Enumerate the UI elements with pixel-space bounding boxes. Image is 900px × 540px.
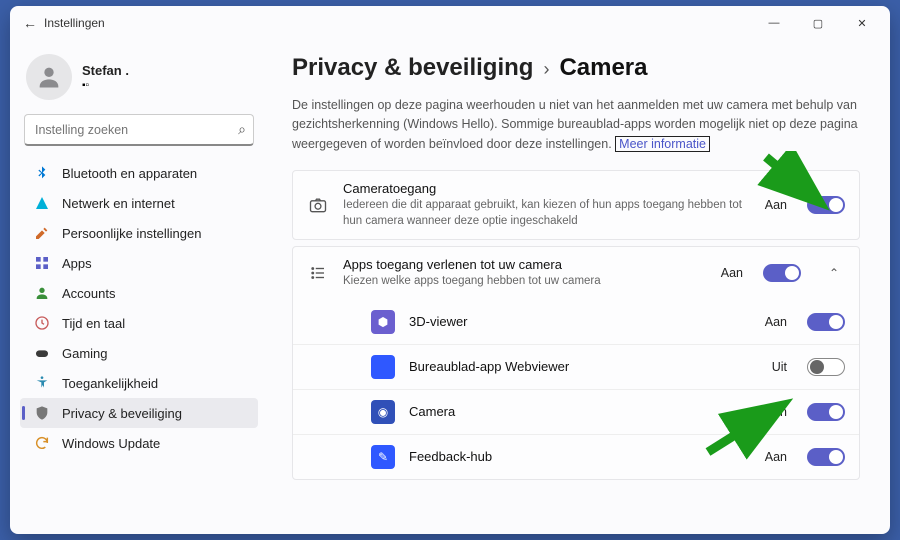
- app-list: ⬢ 3D-viewer Aan Bureaublad-app Webviewer…: [293, 300, 859, 479]
- sidebar-nav: Bluetooth en apparaten Netwerk en interne…: [18, 154, 260, 534]
- app-toggle[interactable]: [807, 448, 845, 466]
- accessibility-icon: [34, 375, 50, 391]
- sidebar-item-label: Privacy & beveiliging: [62, 406, 182, 421]
- maximize-button[interactable]: ▢: [796, 8, 840, 38]
- search-icon: ⌕: [238, 121, 246, 138]
- sidebar-item-update[interactable]: Windows Update: [20, 428, 258, 458]
- chevron-right-icon: ›: [543, 59, 549, 80]
- camera-access-card: Cameratoegang Iedereen die dit apparaat …: [292, 170, 860, 240]
- sidebar: Stefan . ▪▫ ⌕ Bluetooth en apparaten Netw…: [10, 40, 266, 534]
- camera-access-toggle[interactable]: [807, 196, 845, 214]
- chevron-up-icon[interactable]: ⌃: [823, 266, 845, 280]
- apps-icon: [34, 255, 50, 271]
- sidebar-item-accounts[interactable]: Accounts: [20, 278, 258, 308]
- gaming-icon: [34, 345, 50, 361]
- app-name: Feedback-hub: [409, 449, 751, 464]
- sidebar-item-bluetooth[interactable]: Bluetooth en apparaten: [20, 158, 258, 188]
- breadcrumb-parent[interactable]: Privacy & beveiliging: [292, 54, 533, 82]
- breadcrumb: Privacy & beveiliging › Camera: [292, 54, 860, 82]
- app-icon: ⬢: [371, 310, 395, 334]
- personalize-icon: [34, 225, 50, 241]
- app-row: ✎ Feedback-hub Aan: [293, 434, 859, 479]
- sidebar-item-time[interactable]: Tijd en taal: [20, 308, 258, 338]
- sidebar-item-accessibility[interactable]: Toegankelijkheid: [20, 368, 258, 398]
- privacy-icon: [34, 405, 50, 421]
- app-icon: ✎: [371, 445, 395, 469]
- camera-icon: [307, 194, 329, 216]
- app-toggle[interactable]: [807, 313, 845, 331]
- search-box: ⌕: [24, 114, 254, 146]
- battery-indicator: ▪▫: [82, 80, 129, 91]
- time-icon: [34, 315, 50, 331]
- accounts-icon: [34, 285, 50, 301]
- row-title: Apps toegang verlenen tot uw camera: [343, 257, 707, 272]
- user-block[interactable]: Stefan . ▪▫: [18, 44, 260, 114]
- app-name: 3D-viewer: [409, 314, 751, 329]
- bluetooth-icon: [34, 165, 50, 181]
- toggle-state-label: Aan: [765, 315, 787, 329]
- sidebar-item-label: Persoonlijke instellingen: [62, 226, 201, 241]
- main-content: Privacy & beveiliging › Camera De instel…: [266, 40, 890, 534]
- camera-access-row: Cameratoegang Iedereen die dit apparaat …: [293, 171, 859, 239]
- settings-window: ← Instellingen — ▢ ✕ Stefan . ▪▫ ⌕ Blu: [10, 6, 890, 534]
- sidebar-item-label: Toegankelijkheid: [62, 376, 158, 391]
- app-name: Bureaublad-app Webviewer: [409, 359, 758, 374]
- more-info-link[interactable]: Meer informatie: [615, 136, 710, 152]
- app-row: ⬢ 3D-viewer Aan: [293, 300, 859, 344]
- user-name: Stefan .: [82, 63, 129, 78]
- sidebar-item-label: Tijd en taal: [62, 316, 125, 331]
- app-row: Bureaublad-app Webviewer Uit: [293, 344, 859, 389]
- update-icon: [34, 435, 50, 451]
- row-title: Cameratoegang: [343, 181, 751, 196]
- app-icon: [371, 355, 395, 379]
- sidebar-item-label: Bluetooth en apparaten: [62, 166, 197, 181]
- sidebar-item-apps[interactable]: Apps: [20, 248, 258, 278]
- toggle-state-label: Aan: [721, 266, 743, 280]
- search-input[interactable]: [24, 114, 254, 146]
- row-subtitle: Kiezen welke apps toegang hebben tot uw …: [343, 274, 707, 290]
- close-button[interactable]: ✕: [840, 8, 884, 38]
- apps-access-toggle[interactable]: [763, 264, 801, 282]
- window-controls: — ▢ ✕: [752, 8, 884, 38]
- toggle-state-label: Aan: [765, 405, 787, 419]
- app-row: ◉ Camera Aan: [293, 389, 859, 434]
- row-subtitle: Iedereen die dit apparaat gebruikt, kan …: [343, 198, 751, 229]
- app-toggle[interactable]: [807, 403, 845, 421]
- sidebar-item-gaming[interactable]: Gaming: [20, 338, 258, 368]
- window-title: Instellingen: [44, 16, 105, 30]
- apps-access-card: Apps toegang verlenen tot uw camera Kiez…: [292, 246, 860, 480]
- sidebar-item-label: Gaming: [62, 346, 108, 361]
- sidebar-item-label: Netwerk en internet: [62, 196, 175, 211]
- page-description: De instellingen op deze pagina weerhoude…: [292, 96, 860, 154]
- back-button[interactable]: ←: [16, 15, 44, 31]
- list-icon: [307, 262, 329, 284]
- app-icon: ◉: [371, 400, 395, 424]
- apps-access-row: Apps toegang verlenen tot uw camera Kiez…: [293, 247, 859, 300]
- app-toggle[interactable]: [807, 358, 845, 376]
- breadcrumb-current: Camera: [559, 54, 647, 82]
- network-icon: [34, 195, 50, 211]
- app-name: Camera: [409, 404, 751, 419]
- minimize-button[interactable]: —: [752, 8, 796, 38]
- toggle-state-label: Aan: [765, 450, 787, 464]
- avatar: [26, 54, 72, 100]
- sidebar-item-label: Accounts: [62, 286, 115, 301]
- sidebar-item-personalize[interactable]: Persoonlijke instellingen: [20, 218, 258, 248]
- toggle-state-label: Uit: [772, 360, 787, 374]
- sidebar-item-label: Apps: [62, 256, 92, 271]
- titlebar: ← Instellingen — ▢ ✕: [10, 6, 890, 40]
- sidebar-item-privacy[interactable]: Privacy & beveiliging: [20, 398, 258, 428]
- sidebar-item-network[interactable]: Netwerk en internet: [20, 188, 258, 218]
- toggle-state-label: Aan: [765, 198, 787, 212]
- sidebar-item-label: Windows Update: [62, 436, 160, 451]
